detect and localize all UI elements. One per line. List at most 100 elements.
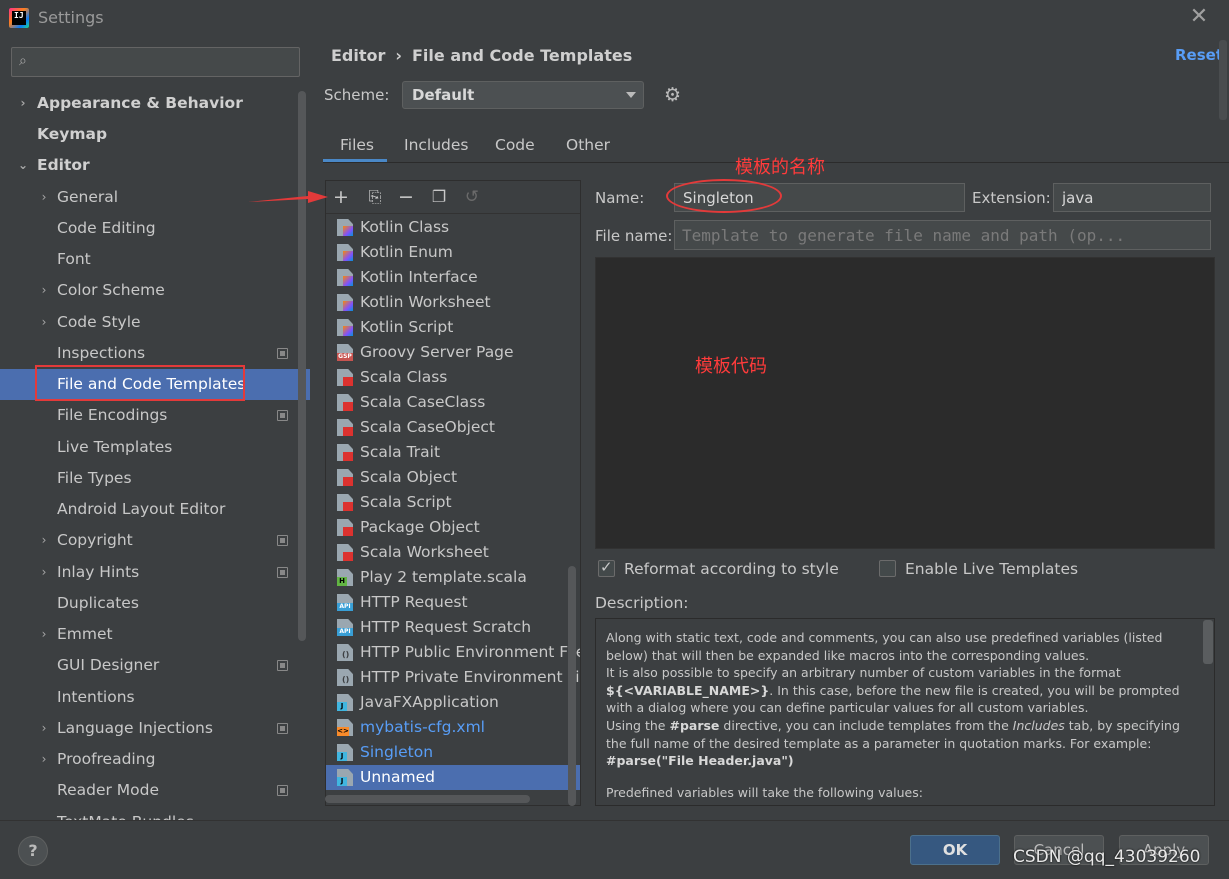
sidebar-item-code-editing[interactable]: Code Editing — [0, 213, 296, 244]
list-item[interactable]: Scala Trait — [326, 440, 580, 465]
list-item[interactable]: JavaFXApplication — [326, 690, 580, 715]
extension-input[interactable] — [1053, 183, 1211, 212]
sidebar-item-android-layout-editor[interactable]: Android Layout Editor — [0, 494, 296, 525]
sidebar-item-inlay-hints[interactable]: › Inlay Hints — [0, 557, 296, 588]
http-env-file-icon — [337, 644, 353, 661]
name-label: Name: — [595, 189, 645, 207]
gear-icon[interactable]: ⚙ — [664, 85, 684, 105]
chevron-right-icon: › — [41, 533, 47, 547]
list-item[interactable]: Play 2 template.scala — [326, 565, 580, 590]
list-item[interactable]: Scala CaseClass — [326, 390, 580, 415]
description-scrollbar[interactable] — [1203, 620, 1213, 664]
list-item[interactable]: Kotlin Interface — [326, 265, 580, 290]
enable-live-templates-checkbox[interactable] — [879, 560, 896, 577]
java-file-icon — [337, 769, 353, 786]
sidebar-item-copyright[interactable]: › Copyright — [0, 525, 296, 556]
reformat-label[interactable]: Reformat according to style — [624, 560, 839, 578]
java-file-icon — [337, 744, 353, 761]
chevron-right-icon: › — [41, 752, 47, 766]
sidebar-item-intentions[interactable]: Intentions — [0, 682, 296, 713]
add-child-template-icon[interactable]: ⎘ — [364, 186, 386, 208]
sidebar-item-proofreading[interactable]: › Proofreading — [0, 744, 296, 775]
annotation-ellipse — [666, 179, 782, 213]
search-input[interactable] — [42, 51, 292, 73]
sidebar-item-font[interactable]: Font — [0, 244, 296, 275]
file-name-input[interactable] — [674, 220, 1211, 250]
list-item[interactable]: Unnamed — [326, 765, 580, 790]
annotation-code-note: 模板代码 — [695, 356, 767, 377]
sidebar-item-gui-designer[interactable]: GUI Designer — [0, 650, 296, 681]
list-item[interactable]: HTTP Public Environment File — [326, 640, 580, 665]
list-item[interactable]: Scala Script — [326, 490, 580, 515]
list-item[interactable]: Scala Worksheet — [326, 540, 580, 565]
remove-template-icon[interactable]: − — [395, 186, 417, 208]
sidebar-item-code-style[interactable]: › Code Style — [0, 307, 296, 338]
list-item[interactable]: Kotlin Class — [326, 215, 580, 240]
kotlin-file-icon — [337, 319, 353, 336]
sidebar-scrollbar[interactable] — [298, 91, 306, 641]
list-item[interactable]: HTTP Private Environment File — [326, 665, 580, 690]
copy-template-icon[interactable]: ❐ — [428, 186, 450, 208]
sidebar-item-appearance-behavior[interactable]: › Appearance & Behavior — [0, 88, 296, 119]
breadcrumb: Editor › File and Code Templates — [331, 46, 633, 65]
tab-code[interactable]: Code — [495, 136, 535, 154]
sidebar-item-duplicates[interactable]: Duplicates — [0, 588, 296, 619]
scala-file-icon — [337, 394, 353, 411]
list-item[interactable]: mybatis-cfg.xml — [326, 715, 580, 740]
sidebar-item-editor[interactable]: ⌄ Editor — [0, 150, 296, 181]
search-box[interactable]: ⌕ — [11, 47, 300, 77]
kotlin-file-icon — [337, 219, 353, 236]
enable-live-templates-label[interactable]: Enable Live Templates — [905, 560, 1078, 578]
sidebar-item-textmate-bundles[interactable]: TextMate Bundles — [0, 807, 296, 820]
chevron-down-icon: ⌄ — [17, 158, 29, 172]
list-item[interactable]: HTTP Request — [326, 590, 580, 615]
list-item[interactable]: Package Object — [326, 515, 580, 540]
list-item[interactable]: Kotlin Script — [326, 315, 580, 340]
scheme-dropdown[interactable]: Default — [402, 81, 644, 109]
reset-template-icon[interactable]: ↺ — [461, 186, 483, 208]
ok-button[interactable]: OK — [910, 835, 1000, 865]
sidebar-item-file-types[interactable]: File Types — [0, 463, 296, 494]
api-file-icon — [337, 619, 353, 636]
right-scrollbar[interactable] — [1219, 40, 1227, 120]
close-icon[interactable]: ✕ — [1188, 6, 1210, 28]
help-button[interactable]: ? — [18, 836, 48, 866]
list-item[interactable]: Kotlin Enum — [326, 240, 580, 265]
sidebar-item-keymap[interactable]: Keymap — [0, 119, 296, 150]
watermark: CSDN @qq_43039260 — [1013, 847, 1201, 867]
reset-link[interactable]: Reset — [1175, 46, 1223, 64]
sidebar-item-language-injections[interactable]: › Language Injections — [0, 713, 296, 744]
settings-tree-panel: ⌕ › Appearance & Behavior Keymap ⌄ Edito… — [0, 36, 310, 820]
tab-other[interactable]: Other — [566, 136, 610, 154]
template-code-editor[interactable] — [595, 257, 1215, 549]
java-file-icon — [337, 694, 353, 711]
add-template-icon[interactable]: + — [330, 186, 352, 208]
scala-file-icon — [337, 519, 353, 536]
kotlin-file-icon — [337, 294, 353, 311]
sidebar-item-file-encodings[interactable]: File Encodings — [0, 400, 296, 431]
sidebar-item-reader-mode[interactable]: Reader Mode — [0, 775, 296, 806]
template-list-vertical-scrollbar[interactable] — [568, 566, 576, 806]
chevron-right-icon: › — [41, 565, 47, 579]
list-item[interactable]: Scala Class — [326, 365, 580, 390]
chevron-right-icon: › — [41, 190, 47, 204]
template-list-horizontal-scrollbar[interactable] — [325, 795, 530, 803]
list-item[interactable]: Scala Object — [326, 465, 580, 490]
description-panel: Along with static text, code and comment… — [595, 618, 1215, 806]
tab-files[interactable]: Files — [340, 136, 374, 154]
search-icon: ⌕ — [19, 53, 27, 69]
list-item[interactable]: Kotlin Worksheet — [326, 290, 580, 315]
list-item[interactable]: Singleton — [326, 740, 580, 765]
list-item[interactable]: Scala CaseObject — [326, 415, 580, 440]
sidebar-item-live-templates[interactable]: Live Templates — [0, 432, 296, 463]
list-item[interactable]: HTTP Request Scratch — [326, 615, 580, 640]
project-scope-icon — [277, 348, 288, 359]
tab-includes[interactable]: Includes — [404, 136, 469, 154]
sidebar-item-emmet[interactable]: › Emmet — [0, 619, 296, 650]
list-item[interactable]: Groovy Server Page — [326, 340, 580, 365]
reformat-checkbox[interactable] — [598, 558, 615, 577]
sidebar-item-color-scheme[interactable]: › Color Scheme — [0, 275, 296, 306]
window-title: Settings — [38, 8, 104, 27]
project-scope-icon — [277, 410, 288, 421]
intellij-logo-icon: IJ — [9, 8, 29, 28]
